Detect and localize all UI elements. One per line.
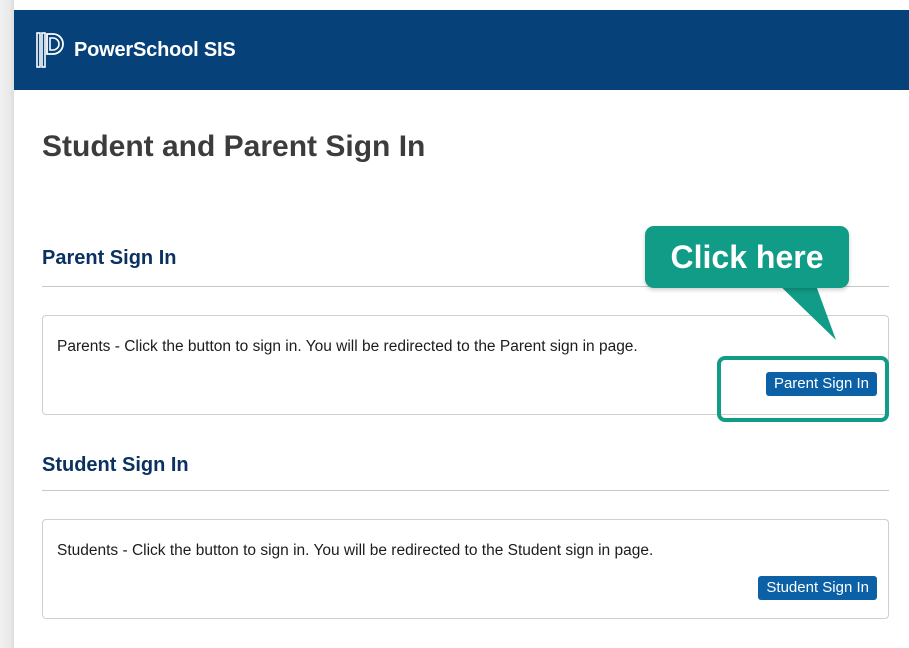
powerschool-logo-icon[interactable] [36, 31, 66, 69]
callout-pointer [774, 280, 836, 340]
student-section-divider [42, 490, 889, 491]
student-sign-in-button[interactable]: Student Sign In [758, 576, 877, 600]
student-sign-in-description: Students - Click the button to sign in. … [57, 542, 654, 559]
app-name: PowerSchool SIS [74, 38, 236, 61]
parent-sign-in-description: Parents - Click the button to sign in. Y… [57, 338, 638, 355]
page-title: Student and Parent Sign In [42, 130, 426, 163]
parent-section-title: Parent Sign In [42, 247, 177, 269]
left-page-edge [0, 0, 14, 648]
student-section-title: Student Sign In [42, 454, 189, 476]
top-header-bar: PowerSchool SIS [14, 10, 909, 90]
click-here-callout: Click here [645, 226, 849, 288]
button-highlight-box [717, 356, 889, 422]
page: PowerSchool SIS Student and Parent Sign … [14, 0, 909, 648]
student-sign-in-panel: Students - Click the button to sign in. … [42, 519, 889, 619]
